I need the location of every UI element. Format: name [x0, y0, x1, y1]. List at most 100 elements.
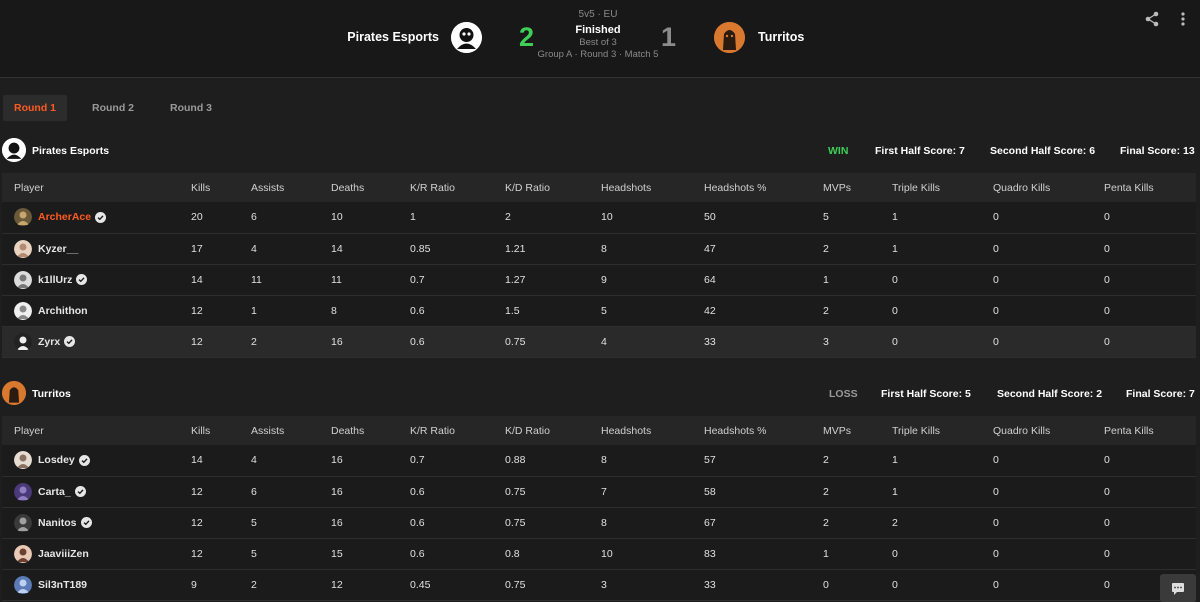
column-header-deaths[interactable]: Deaths: [319, 416, 398, 445]
column-header-penta-kills[interactable]: Penta Kills: [1092, 173, 1196, 202]
column-header-mvps[interactable]: MVPs: [811, 416, 880, 445]
stat-cell-triple-kills: 0: [880, 538, 981, 570]
team-left-name[interactable]: Pirates Esports: [347, 30, 439, 44]
player-row[interactable]: k1llUrz 14 11 11 0.7 1.27 9 64 1 0 0 0: [2, 264, 1196, 296]
avatar[interactable]: [14, 544, 32, 563]
stat-cell-deaths: 10: [319, 202, 398, 234]
tab-round-3[interactable]: Round 3: [160, 95, 222, 121]
player-name-link[interactable]: Nanitos: [38, 517, 77, 529]
player-row[interactable]: Losdey 14 4 16 0.7 0.88 8 57 2 1 0 0: [2, 445, 1196, 477]
tab-round-2[interactable]: Round 2: [82, 95, 144, 121]
avatar[interactable]: [14, 482, 32, 501]
player-row[interactable]: Zyrx 12 2 16 0.6 0.75 4 33 3 0 0 0: [2, 326, 1196, 358]
avatar[interactable]: [14, 270, 32, 289]
column-header-assists[interactable]: Assists: [239, 173, 319, 202]
column-header-deaths[interactable]: Deaths: [319, 173, 398, 202]
stat-cell-deaths: 12: [319, 569, 398, 601]
player-row[interactable]: Kyzer__ 17 4 14 0.85 1.21 8 47 2 1 0 0: [2, 233, 1196, 265]
player-row[interactable]: ArcherAce 20 6 10 1 2 10 50 5 1 0 0: [2, 202, 1196, 234]
team-2-second-half-score: Second Half Score: 2: [997, 388, 1103, 400]
team-1-second-half-score: Second Half Score: 6: [990, 145, 1096, 157]
stat-cell-headshots: 8: [589, 233, 692, 265]
player-name-link[interactable]: JaaviiiZen: [38, 548, 89, 560]
column-header-headshots[interactable]: Headshots: [589, 416, 692, 445]
avatar[interactable]: [14, 301, 32, 320]
team-right-name[interactable]: Turritos: [758, 30, 804, 44]
stat-cell-penta-kills: 0: [1092, 202, 1196, 234]
stat-cell-headshots-: 50: [692, 202, 811, 234]
team-2-name[interactable]: Turritos: [32, 388, 71, 400]
team-right-logo-icon[interactable]: [714, 22, 745, 53]
stat-cell-deaths: 15: [319, 538, 398, 570]
stat-cell-assists: 1: [239, 295, 319, 327]
column-header-kills[interactable]: Kills: [179, 173, 239, 202]
player-name-link[interactable]: Carta_: [38, 486, 71, 498]
column-header-k-r-ratio[interactable]: K/R Ratio: [398, 173, 493, 202]
team-left-logo-icon[interactable]: [451, 22, 482, 53]
stat-cell-k-r-ratio: 0.7: [398, 445, 493, 477]
more-vertical-icon[interactable]: [1177, 11, 1189, 27]
column-header-player[interactable]: Player: [2, 416, 179, 445]
column-header-quadro-kills[interactable]: Quadro Kills: [981, 416, 1092, 445]
player-row[interactable]: JaaviiiZen 12 5 15 0.6 0.8 10 83 1 0 0 0: [2, 538, 1196, 570]
match-status: Finished: [575, 24, 621, 36]
stat-cell-headshots: 7: [589, 476, 692, 508]
player-name-link[interactable]: Archithon: [38, 305, 88, 317]
verified-badge-icon: [74, 486, 86, 497]
table-header-row: Player Kills Assists Deaths K/R Ratio K/D Rat…: [2, 416, 1196, 445]
stat-cell-mvps: 1: [811, 264, 880, 296]
column-header-penta-kills[interactable]: Penta Kills: [1092, 416, 1196, 445]
chat-icon: [1172, 583, 1184, 595]
avatar[interactable]: [14, 239, 32, 258]
player-name-link[interactable]: Losdey: [38, 454, 75, 466]
stat-cell-quadro-kills: 0: [981, 538, 1092, 570]
player-row[interactable]: Carta_ 12 6 16 0.6 0.75 7 58 2 1 0 0: [2, 476, 1196, 508]
column-header-k-d-ratio[interactable]: K/D Ratio: [493, 416, 589, 445]
team-1-name[interactable]: Pirates Esports: [32, 145, 109, 157]
player-name-link[interactable]: Sil3nT189: [38, 579, 87, 591]
player-name-link[interactable]: k1llUrz: [38, 274, 72, 286]
column-header-headshots-[interactable]: Headshots %: [692, 416, 811, 445]
stat-cell-mvps: 3: [811, 326, 880, 358]
avatar[interactable]: [14, 208, 32, 227]
column-header-headshots[interactable]: Headshots: [589, 173, 692, 202]
tab-round-1[interactable]: Round 1: [3, 95, 67, 121]
column-header-kills[interactable]: Kills: [179, 416, 239, 445]
player-row[interactable]: Archithon 12 1 8 0.6 1.5 5 42 2 0 0 0: [2, 295, 1196, 327]
avatar[interactable]: [14, 332, 32, 351]
team-2-first-half-score: First Half Score: 5: [881, 388, 971, 400]
column-header-quadro-kills[interactable]: Quadro Kills: [981, 173, 1092, 202]
stat-cell-k-r-ratio: 0.6: [398, 295, 493, 327]
avatar[interactable]: [14, 513, 32, 532]
column-header-assists[interactable]: Assists: [239, 416, 319, 445]
share-icon[interactable]: [1144, 11, 1160, 27]
stat-cell-triple-kills: 0: [880, 295, 981, 327]
avatar[interactable]: [14, 451, 32, 470]
stat-cell-headshots: 5: [589, 295, 692, 327]
column-header-k-r-ratio[interactable]: K/R Ratio: [398, 416, 493, 445]
player-name-link[interactable]: ArcherAce: [38, 211, 91, 223]
player-row[interactable]: Nanitos 12 5 16 0.6 0.75 8 67 2 2 0 0: [2, 507, 1196, 539]
column-header-headshots-[interactable]: Headshots %: [692, 173, 811, 202]
verified-badge-icon: [95, 211, 107, 223]
stat-cell-deaths: 16: [319, 445, 398, 477]
stat-cell-quadro-kills: 0: [981, 476, 1092, 508]
verified-badge-icon: [78, 454, 90, 466]
stat-cell-kills: 12: [179, 476, 239, 508]
stat-cell-assists: 4: [239, 445, 319, 477]
match-best-of: Best of 3: [579, 37, 617, 48]
column-header-player[interactable]: Player: [2, 173, 179, 202]
match-mode: 5v5 · EU: [578, 9, 618, 20]
column-header-triple-kills[interactable]: Triple Kills: [880, 416, 981, 445]
stat-cell-kills: 9: [179, 569, 239, 601]
column-header-triple-kills[interactable]: Triple Kills: [880, 173, 981, 202]
chat-button[interactable]: [1160, 574, 1196, 602]
column-header-k-d-ratio[interactable]: K/D Ratio: [493, 173, 589, 202]
column-header-mvps[interactable]: MVPs: [811, 173, 880, 202]
player-name-link[interactable]: Kyzer__: [38, 243, 78, 255]
player-row[interactable]: Sil3nT189 9 2 12 0.45 0.75 3 33 0 0 0 0: [2, 569, 1196, 601]
player-name-link[interactable]: Zyrx: [38, 336, 60, 348]
table-header-row: Player Kills Assists Deaths K/R Ratio K/D Rat…: [2, 173, 1196, 202]
avatar[interactable]: [14, 575, 32, 594]
stat-cell-quadro-kills: 0: [981, 445, 1092, 477]
